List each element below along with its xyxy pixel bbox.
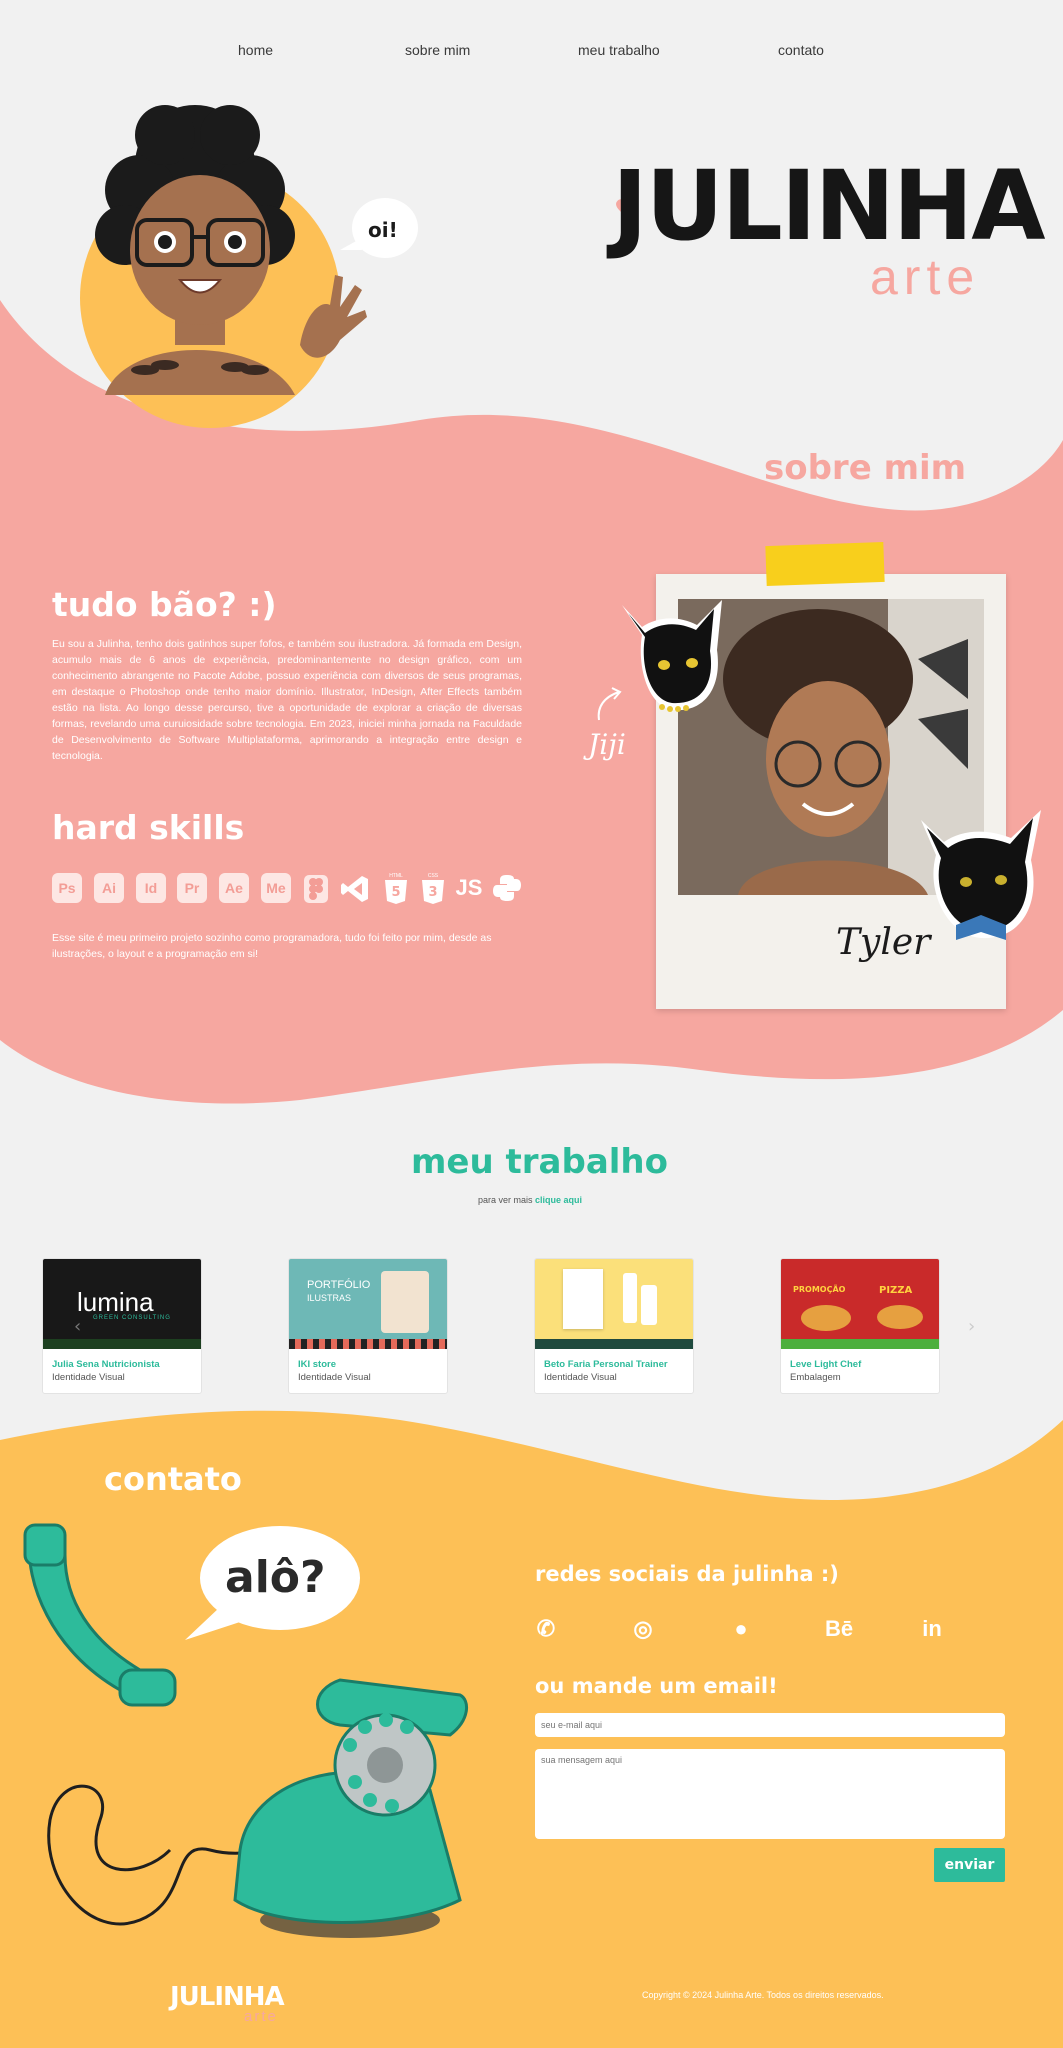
- project-thumbnail-text: PROMOÇÃO: [793, 1285, 846, 1294]
- javascript-icon: JS: [455, 875, 483, 900]
- linkedin-icon[interactable]: in: [917, 1614, 947, 1644]
- greeting-heading: tudo bão? :): [52, 585, 277, 624]
- nav-work[interactable]: meu trabalho: [578, 42, 660, 58]
- carousel-prev-icon[interactable]: ‹: [74, 1316, 81, 1337]
- cat-tyler-label: Tyler: [836, 922, 931, 963]
- project-thumbnail: PORTFÓLIO ILUSTRAS: [289, 1259, 447, 1349]
- copyright-text: Copyright © 2024 Julinha Arte. Todos os …: [642, 1990, 884, 2000]
- behance-icon[interactable]: Bē: [824, 1614, 854, 1644]
- project-card[interactable]: PORTFÓLIO ILUSTRAS IKI store Identidade …: [288, 1258, 448, 1394]
- skills-heading: hard skills: [52, 808, 245, 847]
- bio-paragraph: Eu sou a Julinha, tenho dois gatinhos su…: [52, 638, 522, 762]
- email-field[interactable]: [535, 1713, 1005, 1737]
- social-heading: redes sociais da julinha :): [535, 1562, 839, 1586]
- project-category: Identidade Visual: [298, 1372, 371, 1383]
- footer-logo-title: JULINHA: [170, 1982, 285, 2012]
- carousel-next-icon[interactable]: ›: [968, 1316, 975, 1337]
- footer-logo: JULINHA arte: [170, 1982, 285, 2025]
- project-card[interactable]: lumina GREEN CONSULTING Julia Sena Nutri…: [42, 1258, 202, 1394]
- figma-icon: [304, 875, 328, 903]
- see-more-link[interactable]: clique aqui: [535, 1195, 582, 1205]
- premiere-icon: Pr: [177, 873, 207, 903]
- project-title: Beto Faria Personal Trainer: [544, 1359, 668, 1370]
- contact-title: contato: [104, 1460, 242, 1498]
- svg-text:CSS: CSS: [428, 873, 439, 879]
- indesign-icon: Id: [136, 873, 166, 903]
- project-card[interactable]: PROMOÇÃO PIZZA Leve Light Chef Embalagem: [780, 1258, 940, 1394]
- html5-icon: HTML 5: [385, 873, 407, 904]
- cat-jiji-label: Jiji: [588, 728, 626, 761]
- project-title: Leve Light Chef: [790, 1359, 862, 1370]
- python-icon: [493, 875, 521, 901]
- svg-text:3: 3: [428, 885, 437, 900]
- message-field[interactable]: [535, 1749, 1005, 1839]
- footer-logo-subtitle: arte: [244, 2008, 278, 2025]
- project-title: Julia Sena Nutricionista: [52, 1359, 160, 1370]
- project-category: Embalagem: [790, 1372, 841, 1383]
- project-thumbnail: [535, 1259, 693, 1349]
- after-effects-icon: Ae: [219, 873, 249, 903]
- project-title: IKI store: [298, 1359, 337, 1370]
- project-thumbnail-subtext: GREEN CONSULTING: [93, 1315, 171, 1321]
- css3-icon: CSS 3: [422, 873, 444, 904]
- work-subtitle: para ver mais clique aqui: [478, 1195, 582, 1205]
- contact-bubble-text: alô?: [225, 1552, 326, 1603]
- vscode-icon: [341, 876, 368, 902]
- project-thumbnail: PROMOÇÃO PIZZA: [781, 1259, 939, 1349]
- project-thumbnail-subtext: ILUSTRAS: [307, 1293, 352, 1303]
- instagram-icon[interactable]: ◎: [628, 1614, 658, 1644]
- nav-about[interactable]: sobre mim: [405, 42, 470, 58]
- nav-contact[interactable]: contato: [778, 42, 824, 58]
- project-thumbnail-text: lumina: [77, 1287, 154, 1317]
- project-thumbnail: lumina GREEN CONSULTING: [43, 1259, 201, 1349]
- work-subtitle-text: para ver mais: [478, 1195, 533, 1205]
- github-icon[interactable]: ●: [726, 1614, 756, 1644]
- site-note: Esse site é meu primeiro projeto sozinho…: [52, 932, 492, 960]
- nav-home[interactable]: home: [238, 42, 273, 58]
- photoshop-icon: Ps: [52, 873, 82, 903]
- svg-text:5: 5: [391, 885, 400, 900]
- send-button[interactable]: enviar: [934, 1848, 1005, 1882]
- tape-decoration: [765, 541, 885, 587]
- project-thumbnail-subtext: PIZZA: [879, 1285, 913, 1296]
- project-card[interactable]: Beto Faria Personal Trainer Identidade V…: [534, 1258, 694, 1394]
- logo-subtitle: arte: [870, 249, 981, 305]
- email-heading: ou mande um email!: [535, 1674, 778, 1698]
- work-title: meu trabalho: [411, 1142, 668, 1182]
- whatsapp-icon[interactable]: ✆: [531, 1614, 561, 1644]
- svg-text:HTML: HTML: [389, 873, 403, 879]
- about-section-title: sobre mim: [764, 448, 967, 488]
- cat-jiji-sticker: [622, 600, 722, 712]
- project-category: Identidade Visual: [544, 1372, 617, 1383]
- project-thumbnail-text: PORTFÓLIO: [307, 1279, 371, 1291]
- project-category: Identidade Visual: [52, 1372, 125, 1383]
- avatar-illustration: [95, 105, 367, 395]
- speech-bubble-text: oi!: [368, 218, 398, 242]
- arrow-icon: [597, 687, 622, 721]
- illustrator-icon: Ai: [94, 873, 124, 903]
- media-encoder-icon: Me: [261, 873, 291, 903]
- logo-title: JULINHA: [612, 150, 1046, 262]
